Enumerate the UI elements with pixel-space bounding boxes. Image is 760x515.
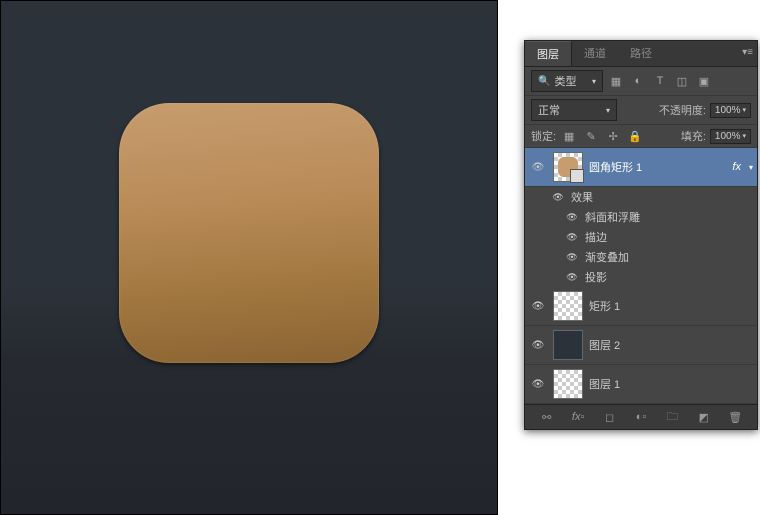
fill-label: 填充: — [681, 128, 706, 144]
lock-all-icon[interactable]: 🔒 — [626, 128, 644, 144]
layer-name-label: 圆角矩形 1 — [589, 159, 726, 175]
layer-row-layer1[interactable]: 👁 图层 1 — [525, 365, 757, 404]
tab-paths[interactable]: 路径 — [618, 41, 664, 66]
effect-label: 描边 — [585, 229, 607, 245]
blend-row: 正常 ▾ 不透明度: 100% ▾ — [525, 96, 757, 125]
filter-shape-icon[interactable]: ◫ — [673, 73, 691, 89]
layer-row-rounded-rect[interactable]: 👁 圆角矩形 1 fx ▾ — [525, 148, 757, 187]
lock-row: 锁定: ▦ ✎ ✢ 🔒 填充: 100% ▾ — [525, 125, 757, 148]
chevron-down-icon: ▾ — [592, 77, 596, 86]
effect-stroke[interactable]: 👁 描边 — [525, 227, 757, 247]
visibility-toggle[interactable]: 👁 — [529, 379, 547, 390]
visibility-toggle[interactable]: 👁 — [551, 192, 565, 203]
panel-menu-icon[interactable]: ▾≡ — [742, 47, 753, 58]
chevron-down-icon: ▾ — [742, 132, 746, 140]
visibility-toggle[interactable]: 👁 — [529, 162, 547, 173]
filter-type-icon[interactable]: T — [651, 73, 669, 89]
opacity-value: 100% — [715, 105, 741, 116]
visibility-toggle[interactable]: 👁 — [529, 301, 547, 312]
lock-position-icon[interactable]: ✢ — [604, 128, 622, 144]
group-icon[interactable]: 🗀 — [663, 409, 681, 425]
layer-name-label: 矩形 1 — [589, 298, 753, 314]
chevron-down-icon: ▾ — [742, 106, 746, 114]
filter-pixel-icon[interactable]: ▦ — [607, 73, 625, 89]
fx-badge[interactable]: fx — [732, 161, 741, 173]
layer-mask-icon[interactable]: ◻ — [601, 409, 619, 425]
visibility-toggle[interactable]: 👁 — [565, 212, 579, 223]
effects-label: 效果 — [571, 189, 593, 205]
chevron-down-icon: ▾ — [606, 106, 610, 115]
effect-gradient-overlay[interactable]: 👁 渐变叠加 — [525, 247, 757, 267]
blend-mode-label: 正常 — [538, 102, 560, 118]
lock-transparency-icon[interactable]: ▦ — [560, 128, 578, 144]
effects-header[interactable]: 👁 效果 — [525, 187, 757, 207]
layer-row-rect[interactable]: 👁 矩形 1 — [525, 287, 757, 326]
filter-row: 类型 ▾ ▦ ◐ T ◫ ▣ — [525, 67, 757, 96]
effect-bevel[interactable]: 👁 斜面和浮雕 — [525, 207, 757, 227]
effect-label: 渐变叠加 — [585, 249, 629, 265]
visibility-toggle[interactable]: 👁 — [565, 252, 579, 263]
delete-layer-icon[interactable]: 🗑 — [726, 409, 744, 425]
adjustment-layer-icon[interactable]: ◐▫ — [632, 409, 650, 425]
effect-label: 投影 — [585, 269, 607, 285]
layer-row-layer2[interactable]: 👁 图层 2 — [525, 326, 757, 365]
layer-thumbnail[interactable] — [553, 152, 583, 182]
effect-label: 斜面和浮雕 — [585, 209, 640, 225]
kind-filter-label: 类型 — [554, 73, 576, 89]
visibility-toggle[interactable]: 👁 — [565, 272, 579, 283]
layer-thumbnail[interactable] — [553, 330, 583, 360]
search-icon — [538, 75, 550, 87]
new-layer-icon[interactable]: ◩ — [695, 409, 713, 425]
fill-input[interactable]: 100% ▾ — [710, 129, 751, 144]
opacity-label: 不透明度: — [659, 102, 706, 118]
layer-style-icon[interactable]: fx▫ — [569, 409, 587, 425]
tab-layers[interactable]: 图层 — [525, 41, 572, 66]
lock-pixels-icon[interactable]: ✎ — [582, 128, 600, 144]
rounded-rect-shape — [119, 103, 379, 363]
vector-mask-icon — [570, 169, 584, 183]
effect-drop-shadow[interactable]: 👁 投影 — [525, 267, 757, 287]
layer-name-label: 图层 1 — [589, 376, 753, 392]
blend-mode-dropdown[interactable]: 正常 ▾ — [531, 99, 617, 121]
filter-adjustment-icon[interactable]: ◐ — [629, 73, 647, 89]
kind-filter-dropdown[interactable]: 类型 ▾ — [531, 70, 603, 92]
filter-smart-icon[interactable]: ▣ — [695, 73, 713, 89]
chevron-down-icon[interactable]: ▾ — [749, 163, 753, 172]
layers-panel: 图层 通道 路径 ▾≡ 类型 ▾ ▦ ◐ T ◫ ▣ 正常 ▾ 不透明度: 10… — [524, 40, 758, 430]
fill-value: 100% — [715, 131, 741, 142]
visibility-toggle[interactable]: 👁 — [565, 232, 579, 243]
layer-thumbnail[interactable] — [553, 369, 583, 399]
canvas-area — [0, 0, 498, 515]
link-layers-icon[interactable]: ⚯ — [538, 409, 556, 425]
panel-tabs: 图层 通道 路径 ▾≡ — [525, 41, 757, 67]
layer-name-label: 图层 2 — [589, 337, 753, 353]
layer-thumbnail[interactable] — [553, 291, 583, 321]
layer-list: 👁 圆角矩形 1 fx ▾ 👁 效果 👁 斜面和浮雕 👁 描边 👁 渐变叠加 � — [525, 148, 757, 404]
panel-footer: ⚯ fx▫ ◻ ◐▫ 🗀 ◩ 🗑 — [525, 404, 757, 429]
lock-label: 锁定: — [531, 128, 556, 144]
tab-channels[interactable]: 通道 — [572, 41, 618, 66]
visibility-toggle[interactable]: 👁 — [529, 340, 547, 351]
opacity-input[interactable]: 100% ▾ — [710, 103, 751, 118]
